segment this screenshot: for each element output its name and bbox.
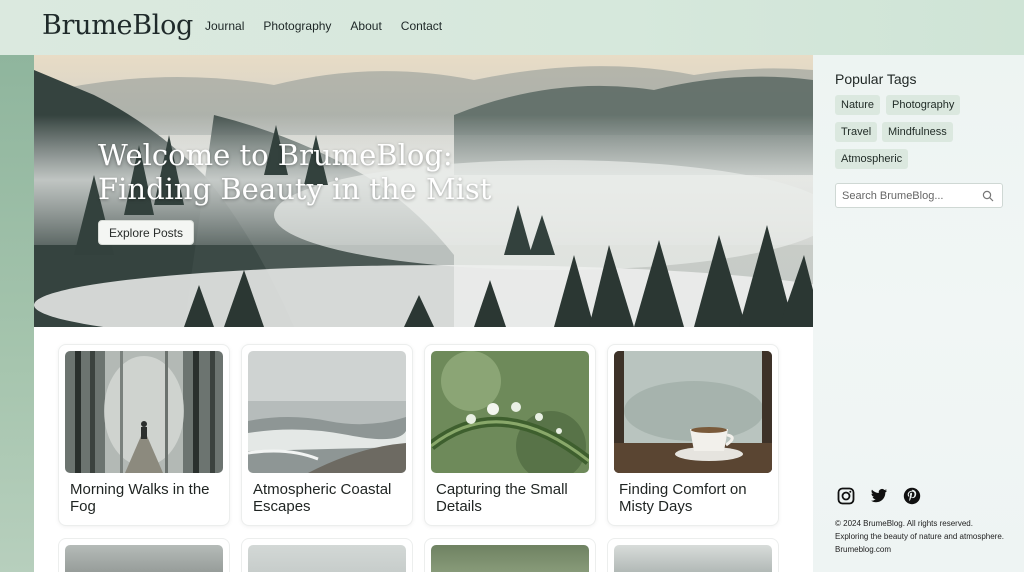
post-image (248, 545, 406, 572)
pinterest-icon[interactable] (903, 487, 921, 505)
search-icon[interactable] (982, 190, 994, 202)
post-image (614, 545, 772, 572)
search-box (835, 183, 1003, 208)
post-card[interactable]: Atmospheric Coastal Escapes (241, 344, 413, 526)
twitter-icon[interactable] (870, 487, 888, 505)
post-image (65, 545, 223, 572)
explore-posts-button[interactable]: Explore Posts (98, 220, 194, 245)
post-title[interactable]: Capturing the Small Details (436, 481, 592, 515)
post-image-foggy-forest-walk (65, 351, 223, 473)
post-image-tea-by-window (614, 351, 772, 473)
tag-nature[interactable]: Nature (835, 95, 881, 115)
post-image (431, 545, 589, 572)
post-grid: Morning Walks in the Fog Atmospheric Coa… (34, 327, 813, 572)
instagram-icon[interactable] (837, 487, 855, 505)
tag-mindfulness[interactable]: Mindfulness (882, 122, 953, 142)
nav-journal[interactable]: Journal (205, 19, 244, 33)
post-image-dew-drops (431, 351, 589, 473)
nav-contact[interactable]: Contact (401, 19, 442, 33)
left-decorative-strip (0, 55, 34, 572)
hero-banner: Welcome to BrumeBlog: Finding Beauty in … (34, 55, 813, 327)
nav-photography[interactable]: Photography (263, 19, 331, 33)
social-links (837, 487, 921, 505)
post-image-misty-coast (248, 351, 406, 473)
copyright-text: © 2024 BrumeBlog. All rights reserved. (835, 519, 973, 528)
post-card[interactable]: Finding Comfort on Misty Days (607, 344, 779, 526)
search-input[interactable] (842, 188, 980, 204)
tag-travel[interactable]: Travel (835, 122, 878, 142)
post-card[interactable] (424, 538, 596, 572)
site-url[interactable]: Brumeblog.com (835, 543, 1004, 556)
post-title[interactable]: Morning Walks in the Fog (70, 481, 226, 515)
post-title[interactable]: Atmospheric Coastal Escapes (253, 481, 409, 515)
post-title[interactable]: Finding Comfort on Misty Days (619, 481, 775, 515)
site-footer: © 2024 BrumeBlog. All rights reserved. E… (835, 517, 1004, 556)
post-card[interactable] (241, 538, 413, 572)
post-card[interactable] (607, 538, 779, 572)
site-header: BrumeBlog Journal Photography About Cont… (0, 0, 1024, 55)
popular-tags-heading: Popular Tags (835, 71, 917, 87)
tag-atmospheric[interactable]: Atmospheric (835, 149, 909, 169)
sidebar: Popular Tags Nature Photography Travel M… (813, 55, 1024, 572)
main-nav: Journal Photography About Contact (205, 19, 442, 33)
site-logo[interactable]: BrumeBlog (42, 10, 193, 41)
hero-title: Welcome to BrumeBlog: Finding Beauty in … (98, 138, 492, 206)
nav-about[interactable]: About (350, 19, 381, 33)
post-card[interactable]: Morning Walks in the Fog (58, 344, 230, 526)
post-card[interactable] (58, 538, 230, 572)
tag-photography[interactable]: Photography (886, 95, 961, 115)
post-card[interactable]: Capturing the Small Details (424, 344, 596, 526)
tagline-text: Exploring the beauty of nature and atmos… (835, 532, 1004, 541)
